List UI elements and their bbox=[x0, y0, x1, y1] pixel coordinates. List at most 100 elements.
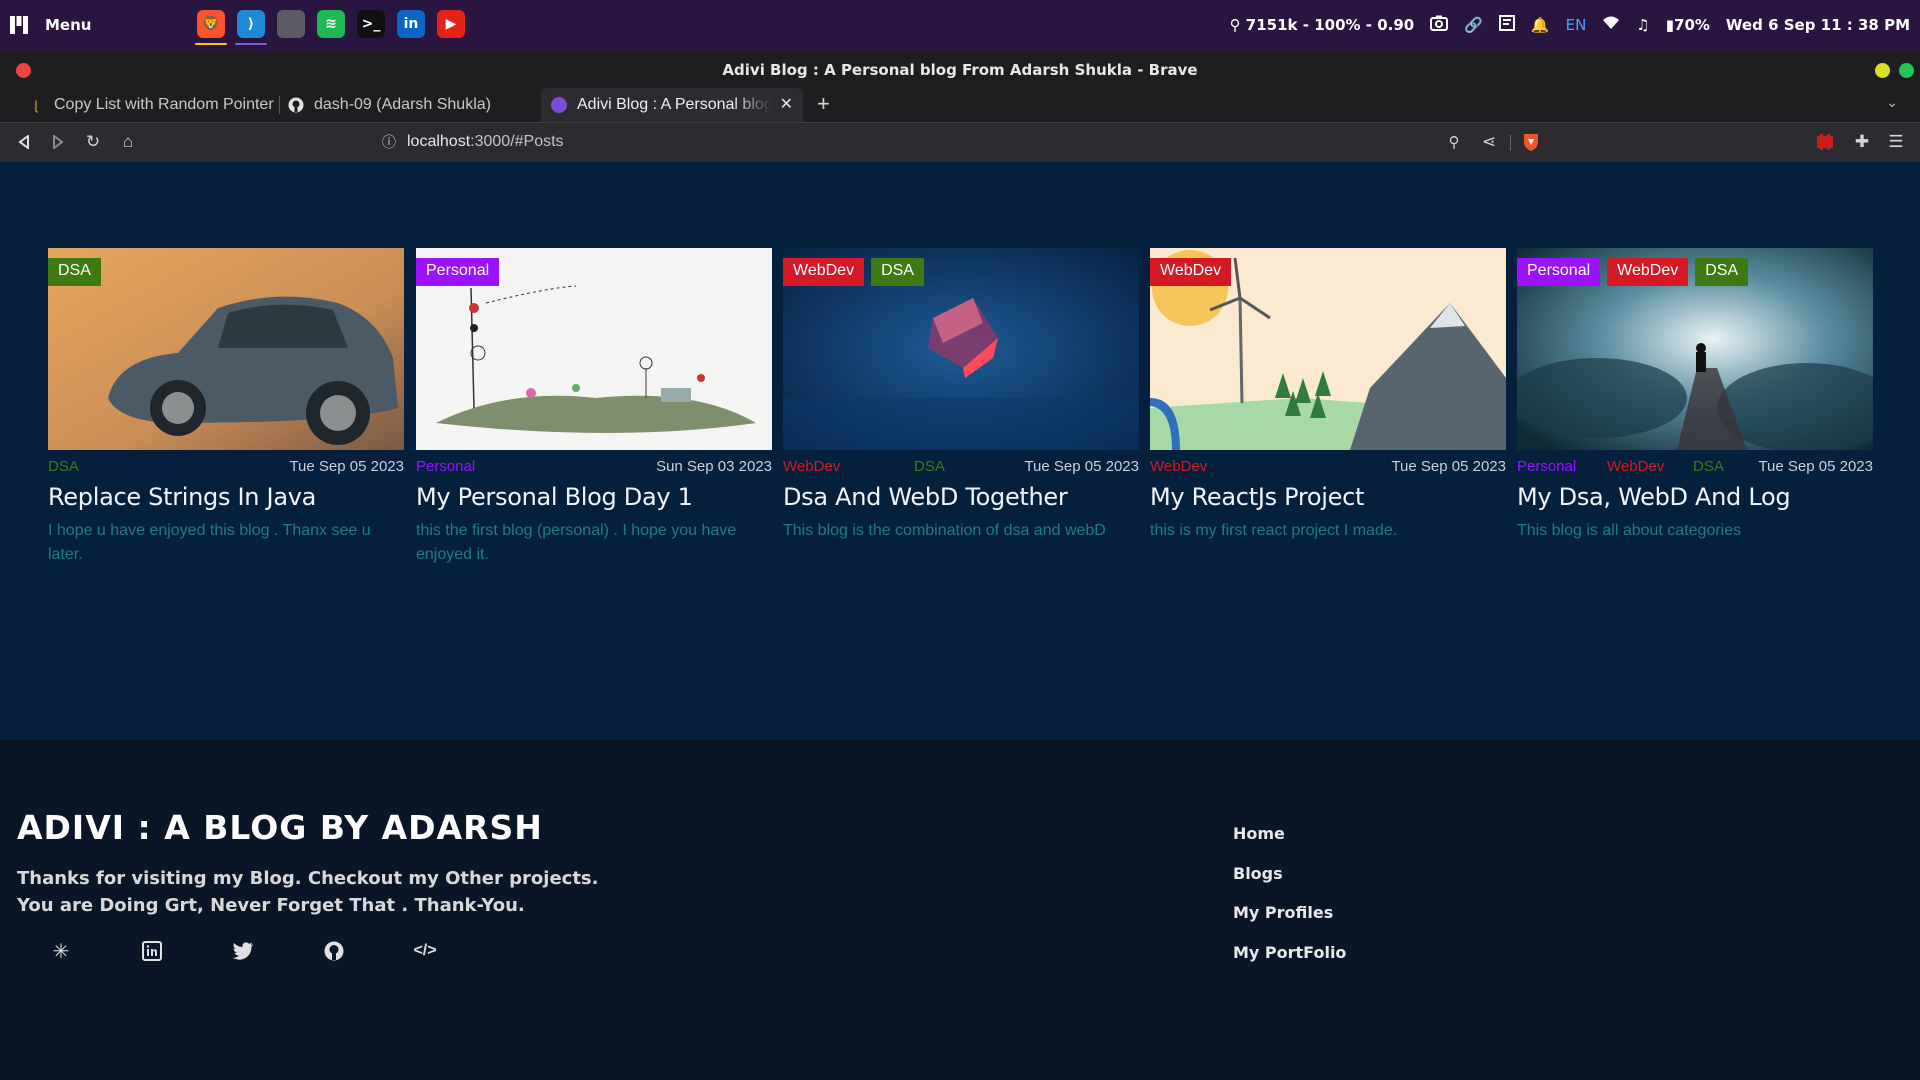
menu-logo-icon[interactable] bbox=[10, 16, 28, 34]
brave-icon[interactable]: 🦁 bbox=[195, 10, 227, 45]
tag-badge[interactable]: WebDev bbox=[783, 258, 865, 286]
post-meta: WebDev DSA Tue Sep 05 2023 bbox=[783, 456, 1139, 480]
tag-badges: DSA bbox=[48, 258, 101, 286]
github-icon[interactable] bbox=[323, 940, 345, 962]
post-card[interactable]: DSA DSA Tue Sep 05 2023 Replace Strings In … bbox=[48, 248, 404, 567]
forward-icon[interactable] bbox=[48, 132, 68, 152]
menu-button[interactable]: Menu bbox=[45, 16, 91, 34]
tag-badge[interactable]: DSA bbox=[1695, 258, 1749, 286]
tag-badge[interactable]: DSA bbox=[871, 258, 924, 286]
footer-link-home[interactable]: Home bbox=[1233, 824, 1346, 864]
post-title[interactable]: Dsa And WebD Together bbox=[783, 483, 1139, 511]
url-host: localhost bbox=[407, 133, 471, 150]
extensions-puzzle-icon[interactable]: ✚ bbox=[1852, 132, 1872, 152]
tab-github[interactable]: dash-09 (Adarsh Shukla) bbox=[280, 88, 538, 122]
bell-icon[interactable]: 🔔 bbox=[1531, 16, 1550, 34]
post-title[interactable]: My Personal Blog Day 1 bbox=[416, 483, 772, 511]
brave-shields-icon[interactable] bbox=[1521, 132, 1541, 152]
footer-heading: ADIVI : A BLOG BY ADARSH bbox=[17, 808, 543, 847]
post-category[interactable]: DSA bbox=[48, 458, 79, 475]
battery-widget[interactable]: ▮70% bbox=[1666, 16, 1710, 34]
post-card[interactable]: Personal Personal Sun Sep 03 2023 My Person… bbox=[416, 248, 772, 567]
hamburger-menu-icon[interactable]: ☰ bbox=[1886, 132, 1906, 152]
post-category[interactable]: WebDev bbox=[783, 458, 840, 475]
terminal-icon[interactable]: >_ bbox=[357, 10, 385, 38]
post-card[interactable]: WebDev WebDev Tue Sep 05 2023 My ReactJs Pr… bbox=[1150, 248, 1506, 543]
vintage-car-image[interactable]: DSA bbox=[48, 248, 404, 450]
extension-red-icon[interactable] bbox=[1815, 132, 1835, 152]
glass-cube-image[interactable]: WebDev DSA bbox=[783, 248, 1139, 450]
post-title[interactable]: My Dsa, WebD And Log bbox=[1517, 483, 1873, 511]
reload-icon[interactable]: ↻ bbox=[83, 132, 103, 152]
minimize-window-button[interactable] bbox=[1875, 63, 1890, 78]
close-tab-icon[interactable]: ✕ bbox=[780, 94, 793, 114]
tag-badges: WebDev bbox=[1150, 258, 1232, 286]
tag-badge[interactable]: WebDev bbox=[1607, 258, 1689, 286]
site-info-icon[interactable]: ⓘ bbox=[379, 132, 399, 152]
post-description: this the first blog (personal) . I hope … bbox=[416, 522, 737, 563]
tag-badge[interactable]: WebDev bbox=[1150, 258, 1232, 286]
post-title[interactable]: My ReactJs Project bbox=[1150, 483, 1506, 511]
footer-link-profiles[interactable]: My Profiles bbox=[1233, 903, 1346, 943]
tag-badges: Personal bbox=[416, 258, 500, 286]
battery-icon: ▮ bbox=[1665, 16, 1675, 34]
windmill-landscape-image[interactable]: WebDev bbox=[1150, 248, 1506, 450]
post-meta: DSA Tue Sep 05 2023 bbox=[48, 456, 404, 480]
spotify-icon[interactable]: ≋ bbox=[317, 10, 345, 38]
post-category[interactable]: WebDev bbox=[1607, 458, 1664, 475]
post-category[interactable]: Personal bbox=[1517, 458, 1576, 475]
post-date: Tue Sep 05 2023 bbox=[289, 458, 404, 475]
footer-link-blogs[interactable]: Blogs bbox=[1233, 864, 1346, 904]
tag-badges: WebDev DSA bbox=[783, 258, 924, 286]
footer-link-portfolio[interactable]: My PortFolio bbox=[1233, 943, 1346, 983]
language-indicator[interactable]: EN bbox=[1566, 16, 1587, 34]
battery-level: 70% bbox=[1674, 16, 1710, 34]
post-card[interactable]: Personal WebDev DSA Personal WebDev DSA Tue Se… bbox=[1517, 248, 1873, 543]
tab-leetcode[interactable]: ɭ Copy List with Random Pointer bbox=[18, 88, 280, 122]
tab-adivi-blog[interactable]: Adivi Blog : A Personal blog From Adarsh… bbox=[541, 88, 803, 122]
tab-list-chevron-icon[interactable]: ⌄ bbox=[1886, 94, 1898, 111]
post-category[interactable]: DSA bbox=[1693, 458, 1724, 475]
location-readout: 7151k - 100% - 0.90 bbox=[1245, 16, 1415, 34]
clipboard-link-icon[interactable]: 🔗 bbox=[1464, 16, 1483, 34]
home-icon[interactable]: ⌂ bbox=[118, 132, 138, 152]
linkedin-icon[interactable] bbox=[141, 940, 163, 962]
toolbar-divider bbox=[1510, 135, 1511, 151]
youtube-icon[interactable]: ▶ bbox=[437, 10, 465, 38]
tag-badge[interactable]: DSA bbox=[48, 258, 101, 286]
notes-icon[interactable] bbox=[1498, 15, 1515, 35]
browser-toolbar: ↻ ⌂ ⓘ localhost:3000/#Posts ⚲ ⋖ ✚ ☰ bbox=[0, 122, 1920, 162]
clock[interactable]: Wed 6 Sep 11 : 38 PM bbox=[1726, 16, 1910, 34]
twitter-icon[interactable] bbox=[232, 940, 254, 962]
post-category[interactable]: WebDev bbox=[1150, 458, 1207, 475]
files-icon[interactable] bbox=[277, 10, 305, 38]
app-dock: 🦁 ⟩ ≋ >_ in ▶ bbox=[195, 10, 465, 45]
music-note-icon[interactable]: ♫ bbox=[1636, 16, 1649, 34]
site-icon bbox=[551, 97, 567, 113]
doodle-island-image[interactable]: Personal bbox=[416, 248, 772, 450]
running-indicator bbox=[195, 43, 227, 45]
maximize-window-button[interactable] bbox=[1899, 63, 1914, 78]
footer-nav: Home Blogs My Profiles My PortFolio bbox=[1233, 824, 1346, 982]
back-icon[interactable] bbox=[14, 132, 34, 152]
screenshot-icon[interactable] bbox=[1430, 15, 1449, 35]
vscode-icon[interactable]: ⟩ bbox=[235, 10, 267, 45]
post-title[interactable]: Replace Strings In Java bbox=[48, 483, 404, 511]
linkedin-icon[interactable]: in bbox=[397, 10, 425, 38]
tag-badge[interactable]: Personal bbox=[1517, 258, 1601, 286]
cloud-walker-image[interactable]: Personal WebDev DSA bbox=[1517, 248, 1873, 450]
post-card[interactable]: WebDev DSA WebDev DSA Tue Sep 05 2023 Dsa And… bbox=[783, 248, 1139, 543]
address-bar[interactable]: localhost:3000/#Posts bbox=[407, 133, 564, 151]
code-icon[interactable]: </> bbox=[413, 940, 436, 962]
os-top-bar: Menu 🦁 ⟩ ≋ >_ in ▶ ⚲ 7151k - 100% - 0.90 🔗 🔔 … bbox=[0, 0, 1920, 52]
location-widget[interactable]: ⚲ 7151k - 100% - 0.90 bbox=[1230, 16, 1415, 34]
new-tab-button[interactable]: + bbox=[817, 91, 830, 117]
tab-label: dash-09 (Adarsh Shukla) bbox=[314, 96, 491, 113]
share-icon[interactable]: ⋖ bbox=[1479, 132, 1499, 152]
linktree-icon[interactable]: ✳ bbox=[50, 940, 72, 963]
post-category[interactable]: DSA bbox=[914, 458, 945, 475]
wifi-icon[interactable] bbox=[1602, 16, 1620, 34]
post-category[interactable]: Personal bbox=[416, 458, 475, 475]
zoom-icon[interactable]: ⚲ bbox=[1444, 132, 1464, 152]
tag-badge[interactable]: Personal bbox=[416, 258, 500, 286]
